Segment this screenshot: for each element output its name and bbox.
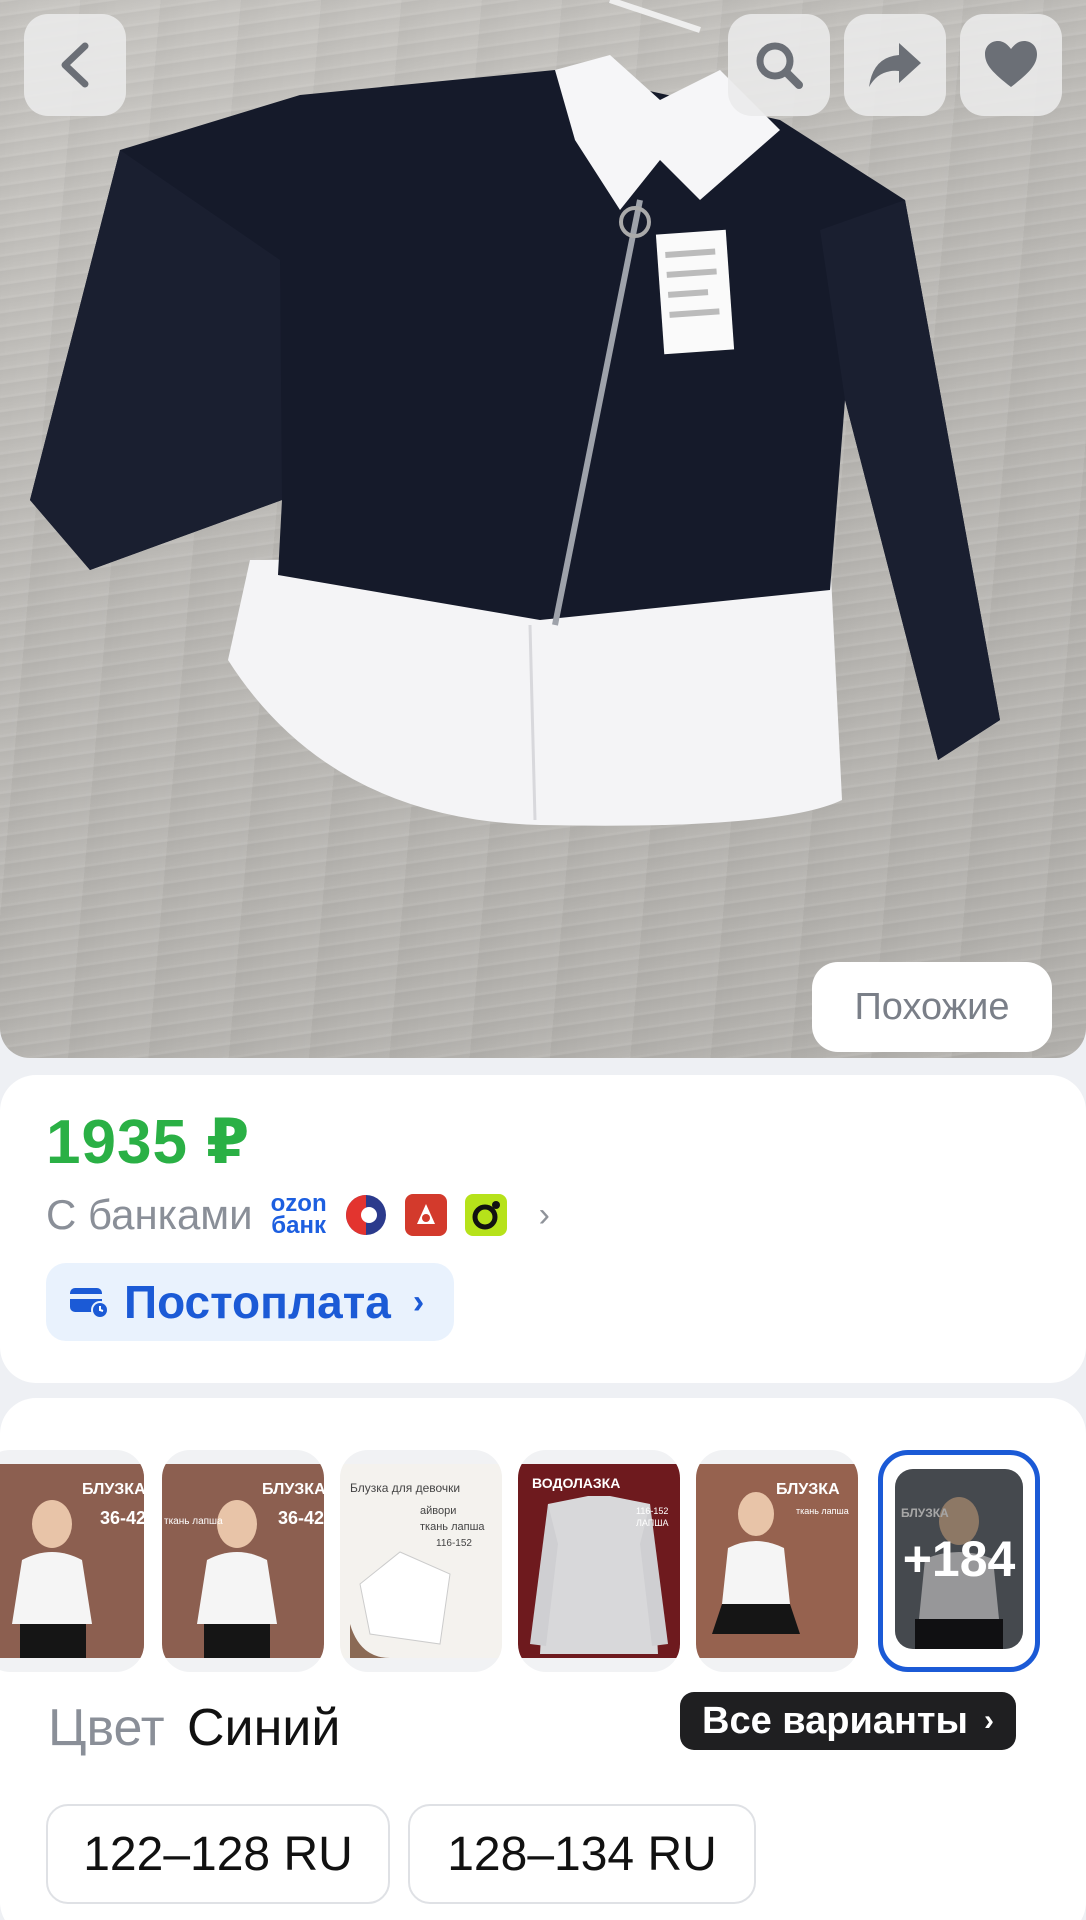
postpay-button[interactable]: Постоплата › bbox=[46, 1263, 455, 1341]
back-icon bbox=[61, 42, 89, 88]
svg-text:36-42: 36-42 bbox=[100, 1508, 144, 1528]
bank-logo-2 bbox=[404, 1194, 447, 1236]
variant-thumbnail[interactable]: Блузка для девочки айвори ткань лапша 11… bbox=[340, 1450, 502, 1672]
search-icon bbox=[756, 42, 803, 89]
bank-logo-1 bbox=[345, 1194, 387, 1236]
svg-text:БЛУЗКА: БЛУЗКА bbox=[776, 1481, 840, 1498]
variant-image: БЛУЗКА ткань лапша bbox=[696, 1464, 858, 1658]
more-variants-thumbnail[interactable]: БЛУЗКА +184 bbox=[878, 1450, 1040, 1672]
variant-thumbnails: БЛУЗКА 36-42 БЛУЗКА 36-42 ткань лапша Бл… bbox=[0, 1450, 1086, 1672]
bank-offers-row[interactable]: С банками ozon банк › bbox=[46, 1185, 550, 1245]
variant-thumbnail[interactable]: БЛУЗКА 36-42 bbox=[0, 1450, 144, 1672]
svg-text:ткань лапша: ткань лапша bbox=[164, 1516, 223, 1527]
bank-g-icon bbox=[464, 1194, 507, 1236]
variant-thumbnail[interactable]: БЛУЗКА 36-42 ткань лапша bbox=[162, 1450, 324, 1672]
heart-icon bbox=[985, 41, 1037, 87]
favorite-button[interactable] bbox=[960, 14, 1062, 116]
variants-card: БЛУЗКА 36-42 БЛУЗКА 36-42 ткань лапша Бл… bbox=[0, 1398, 1086, 1920]
all-variants-button[interactable]: Все варианты › bbox=[680, 1692, 1016, 1750]
bank-logo-3 bbox=[464, 1194, 507, 1236]
color-value: Синий bbox=[186, 1699, 341, 1757]
product-image[interactable]: Похожие bbox=[0, 0, 1086, 1058]
svg-text:ткань лапша: ткань лапша bbox=[420, 1521, 485, 1533]
share-icon bbox=[869, 43, 921, 87]
chevron-right-icon: › bbox=[983, 1704, 994, 1737]
variant-image: Блузка для девочки айвори ткань лапша 11… bbox=[340, 1464, 502, 1658]
variant-image: БЛУЗКА +184 bbox=[895, 1469, 1023, 1649]
chevron-right-icon: › bbox=[538, 1195, 550, 1234]
card-clock-icon bbox=[70, 1288, 109, 1319]
color-label: Цвет bbox=[48, 1699, 165, 1757]
svg-text:116-152: 116-152 bbox=[636, 1506, 668, 1516]
svg-text:116-152: 116-152 bbox=[436, 1538, 472, 1549]
chevron-right-icon: › bbox=[412, 1282, 425, 1321]
postpay-label: Постоплата bbox=[124, 1276, 391, 1328]
svg-text:36-42: 36-42 bbox=[278, 1508, 324, 1528]
ozon-bank-logo: ozon банк bbox=[270, 1190, 327, 1239]
banks-label: С банками bbox=[46, 1191, 253, 1238]
svg-text:айвори: айвори bbox=[420, 1505, 456, 1517]
product-photo-garment bbox=[30, 0, 1000, 826]
svg-text:БЛУЗКА: БЛУЗКА bbox=[262, 1481, 324, 1498]
similar-button[interactable]: Похожие bbox=[812, 962, 1052, 1052]
svg-text:ЛАПША: ЛАПША bbox=[636, 1518, 669, 1528]
back-button[interactable] bbox=[24, 14, 126, 116]
price: 1935 ₽ bbox=[46, 1108, 251, 1177]
svg-text:Блузка для девочки: Блузка для девочки bbox=[350, 1481, 460, 1495]
share-button[interactable] bbox=[844, 14, 946, 116]
variant-image: БЛУЗКА 36-42 ткань лапша bbox=[162, 1464, 324, 1658]
all-variants-label: Все варианты bbox=[702, 1699, 968, 1742]
search-button[interactable] bbox=[728, 14, 830, 116]
variant-thumbnail[interactable]: ВОДОЛАЗКА 116-152 ЛАПША bbox=[518, 1450, 680, 1672]
size-option[interactable]: 122–128 RU bbox=[46, 1804, 390, 1904]
svg-text:ткань лапша: ткань лапша bbox=[796, 1506, 849, 1516]
color-selection: Цвет Синий bbox=[48, 1698, 340, 1758]
variant-thumbnail[interactable]: БЛУЗКА ткань лапша bbox=[696, 1450, 858, 1672]
bank-emblem-icon bbox=[404, 1194, 447, 1236]
price-card: 1935 ₽ С банками ozon банк › Постоплата … bbox=[0, 1075, 1086, 1383]
svg-text:ВОДОЛАЗКА: ВОДОЛАЗКА bbox=[532, 1475, 620, 1491]
bank-circle-icon bbox=[345, 1195, 386, 1235]
svg-text:БЛУЗКА: БЛУЗКА bbox=[82, 1481, 144, 1498]
variant-image: ВОДОЛАЗКА 116-152 ЛАПША bbox=[518, 1464, 680, 1658]
variant-image: БЛУЗКА 36-42 bbox=[0, 1464, 144, 1658]
more-variants-count: +184 bbox=[895, 1469, 1023, 1649]
size-option[interactable]: 128–134 RU bbox=[408, 1804, 756, 1904]
